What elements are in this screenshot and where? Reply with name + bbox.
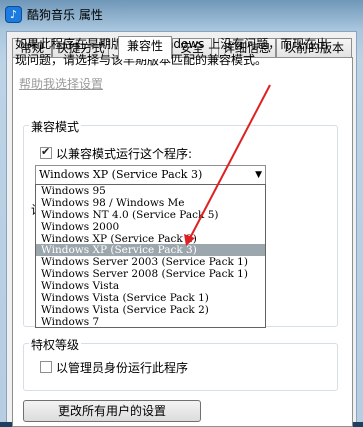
compat-mode-dropdown-list[interactable]: Windows 95 Windows 98 / Windows Me Windo… <box>35 184 266 328</box>
run-as-admin-label: 以管理员身份运行此程序 <box>56 361 189 375</box>
compat-mode-checkbox[interactable]: ✔ <box>40 145 52 159</box>
compat-mode-title: 兼容模式 <box>29 118 82 135</box>
dropdown-option[interactable]: Windows 95 <box>36 185 265 197</box>
dropdown-option[interactable]: Windows 98 / Windows Me <box>36 197 265 209</box>
window-title: 酷狗音乐 属性 <box>27 8 103 22</box>
intro-line-1: 如果此程序在早期版本的 Windows 上没有问题，而现在出 <box>15 37 329 51</box>
dropdown-option[interactable]: Windows Server 2008 (Service Pack 1) <box>36 268 265 280</box>
app-icon: ♪ <box>5 6 22 23</box>
intro-line-2: 现问题，请选择与该早期版本匹配的兼容模式。 <box>15 53 268 67</box>
dropdown-option[interactable]: Windows Server 2003 (Service Pack 1) <box>36 256 265 268</box>
title-bar[interactable]: ♪ 酷狗音乐 属性 <box>0 0 363 30</box>
dropdown-option[interactable]: Windows Vista <box>36 280 265 292</box>
dropdown-option[interactable]: Windows NT 4.0 (Service Pack 5) <box>36 209 265 221</box>
run-as-admin-checkbox[interactable] <box>40 361 52 373</box>
dropdown-option[interactable]: Windows XP (Service Pack 2) <box>36 233 265 245</box>
dropdown-option[interactable]: Windows Vista (Service Pack 1) <box>36 292 265 304</box>
compat-mode-select[interactable]: Windows XP (Service Pack 3) ▼ <box>35 165 266 185</box>
compat-mode-selected: Windows XP (Service Pack 3) <box>39 168 203 181</box>
privilege-title: 特权等级 <box>29 336 82 353</box>
compat-mode-label: 以兼容模式运行这个程序: <box>56 147 193 161</box>
help-link[interactable]: 帮助我选择设置 <box>19 75 103 92</box>
dropdown-option[interactable]: Windows 2000 <box>36 221 265 233</box>
intro-text: 如果此程序在早期版本的 Windows 上没有问题，而现在出 现问题，请选择与该… <box>15 36 335 68</box>
check-icon: ✔ <box>41 145 51 158</box>
dropdown-arrow-icon: ▼ <box>255 170 262 180</box>
window-frame: ♪ 酷狗音乐 属性 常规 快捷方式 兼容性 安全 详细信息 以前的版本 如果此程… <box>0 0 363 427</box>
change-all-users-button[interactable]: 更改所有用户的设置 <box>23 400 201 422</box>
dropdown-option-highlighted[interactable]: Windows XP (Service Pack 3) <box>36 244 265 257</box>
dropdown-option[interactable]: Windows 7 <box>36 316 265 328</box>
dropdown-option[interactable]: Windows Vista (Service Pack 2) <box>36 304 265 316</box>
tab-compatibility[interactable]: 兼容性 <box>118 36 172 59</box>
